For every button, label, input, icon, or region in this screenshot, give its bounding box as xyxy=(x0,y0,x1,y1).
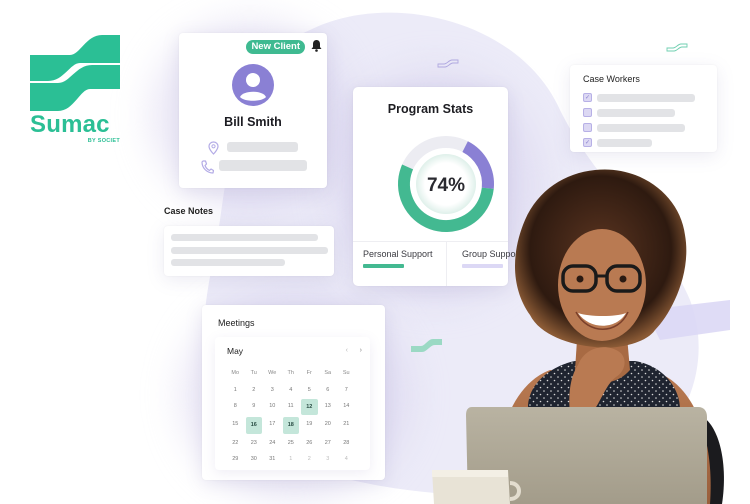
case-workers-title: Case Workers xyxy=(583,74,640,84)
decorative-squiggle xyxy=(437,59,459,68)
meetings-card[interactable]: Meetings May ‹ › Mo Tu We Th Fr Sa Su 1 2 3 4 5 6 7 8 9… xyxy=(202,305,385,480)
weekday-label: Mo xyxy=(231,370,240,376)
calendar-day[interactable]: 3 xyxy=(319,451,338,467)
calendar-day[interactable]: 24 xyxy=(263,435,282,451)
calendar-day[interactable]: 17 xyxy=(263,416,282,432)
calendar-day-selected[interactable]: 16 xyxy=(245,417,262,434)
case-worker-item[interactable]: ✓ xyxy=(583,93,695,102)
decorative-squiggle xyxy=(666,43,688,52)
calendar-day-selected[interactable]: 12 xyxy=(301,399,318,416)
calendar-day[interactable]: 13 xyxy=(319,398,338,414)
calendar-day[interactable]: 30 xyxy=(245,451,264,467)
checkbox-checked[interactable]: ✓ xyxy=(583,138,592,147)
brand-name: Sumac xyxy=(30,111,110,138)
legend-personal-support-bar xyxy=(363,264,404,268)
user-avatar-icon xyxy=(232,64,274,106)
case-worker-name-placeholder xyxy=(597,93,695,102)
bell-icon[interactable] xyxy=(311,39,322,52)
phone-placeholder xyxy=(219,160,307,171)
calendar-day[interactable]: 6 xyxy=(319,382,338,398)
weekday-label: Fr xyxy=(306,370,312,376)
calendar-month: May xyxy=(227,346,244,356)
weekday-label: Th xyxy=(287,370,294,376)
calendar-day[interactable]: 23 xyxy=(245,435,264,451)
meetings-title: Meetings xyxy=(218,318,255,328)
calendar-day[interactable]: 19 xyxy=(300,416,319,432)
calendar-day[interactable]: 9 xyxy=(245,398,264,414)
phone-icon xyxy=(201,160,214,174)
calendar-day[interactable]: 1 xyxy=(226,382,245,398)
checkbox-unchecked[interactable] xyxy=(583,108,592,117)
case-workers-card[interactable]: Case Workers ✓ ✓ xyxy=(570,65,717,152)
calendar-day[interactable]: 4 xyxy=(337,451,356,467)
case-worker-item[interactable] xyxy=(583,108,675,117)
location-pin-icon xyxy=(208,141,219,155)
calendar-day[interactable]: 4 xyxy=(282,382,301,398)
legend-personal-support: Personal Support xyxy=(363,249,433,259)
sumac-logo: Sumac BY SOCIET xyxy=(30,35,122,144)
calendar-day[interactable]: 22 xyxy=(226,435,245,451)
note-line-placeholder xyxy=(171,247,328,254)
calendar-day[interactable]: 29 xyxy=(226,451,245,467)
case-worker-item[interactable]: ✓ xyxy=(583,138,652,147)
calendar-day[interactable]: 10 xyxy=(263,398,282,414)
chevron-left-icon[interactable]: ‹ xyxy=(346,347,348,354)
hero-illustration: Sumac BY SOCIET New Client Bill Smith Ca… xyxy=(0,0,750,504)
calendar-day[interactable]: 15 xyxy=(226,416,245,432)
calendar-day[interactable]: 14 xyxy=(337,398,356,414)
checkbox-checked[interactable]: ✓ xyxy=(583,93,592,102)
weekday-label: Su xyxy=(342,370,350,376)
calendar-day[interactable]: 11 xyxy=(282,398,301,414)
calendar-day[interactable]: 27 xyxy=(319,435,338,451)
case-notes-card[interactable] xyxy=(164,226,334,276)
chevron-right-icon[interactable]: › xyxy=(360,347,362,354)
case-worker-name-placeholder xyxy=(597,123,685,132)
sumac-logo-mark xyxy=(30,35,120,111)
case-worker-name-placeholder xyxy=(597,138,652,147)
calendar-day[interactable]: 5 xyxy=(300,382,319,398)
calendar-day[interactable]: 28 xyxy=(337,435,356,451)
calendar-day[interactable]: 2 xyxy=(245,382,264,398)
client-card[interactable]: New Client Bill Smith xyxy=(179,33,327,188)
calendar-day[interactable]: 3 xyxy=(263,382,282,398)
note-line-placeholder xyxy=(171,259,285,266)
calendar-day[interactable]: 25 xyxy=(282,435,301,451)
weekday-label: Tu xyxy=(250,370,257,376)
note-line-placeholder xyxy=(171,234,318,241)
program-stats-title: Program Stats xyxy=(387,102,474,116)
calendar-day[interactable]: 26 xyxy=(300,435,319,451)
smiling-woman-with-laptop-photo xyxy=(432,169,724,504)
calendar-day[interactable]: 8 xyxy=(226,398,245,414)
calendar-day[interactable]: 7 xyxy=(337,382,356,398)
calendar-day[interactable]: 20 xyxy=(319,416,338,432)
weekday-label: Sa xyxy=(324,370,332,376)
address-placeholder xyxy=(227,142,298,152)
calendar-day[interactable]: 21 xyxy=(337,416,356,432)
calendar: May ‹ › Mo Tu We Th Fr Sa Su 1 2 3 4 5 6 7 8 9 10 11 12 13 1… xyxy=(215,337,370,470)
case-worker-name-placeholder xyxy=(597,108,675,117)
weekday-label: We xyxy=(268,370,277,376)
calendar-grid: Mo Tu We Th Fr Sa Su 1 2 3 4 5 6 7 8 9 10 11 12 13 14 15 16 17 1… xyxy=(226,364,356,467)
checkbox-unchecked[interactable] xyxy=(583,123,592,132)
new-client-badge: New Client xyxy=(246,40,305,54)
brand-tagline: BY SOCIET xyxy=(87,138,120,144)
case-worker-item[interactable] xyxy=(583,123,685,132)
calendar-day-selected[interactable]: 18 xyxy=(282,417,299,434)
client-name: Bill Smith xyxy=(224,115,282,129)
case-notes-title: Case Notes xyxy=(164,206,214,216)
calendar-day[interactable]: 31 xyxy=(263,451,282,467)
calendar-day[interactable]: 1 xyxy=(282,451,301,467)
calendar-day[interactable]: 2 xyxy=(300,451,319,467)
